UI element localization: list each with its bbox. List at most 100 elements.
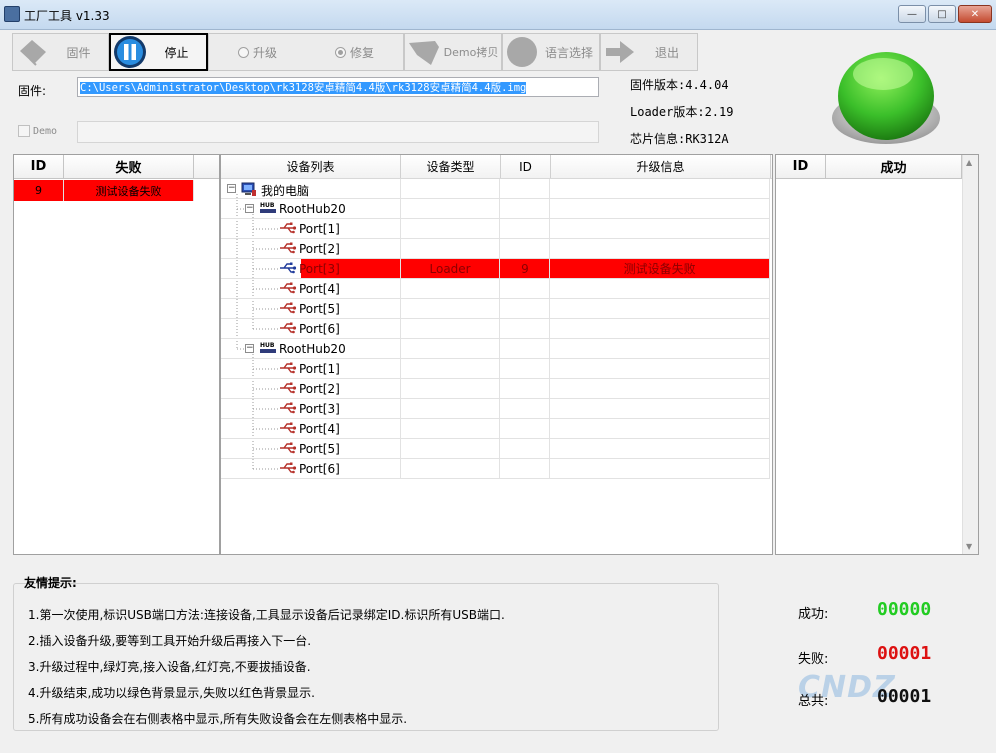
usb-icon — [279, 301, 297, 317]
device-id-cell — [500, 199, 551, 219]
tree-row[interactable]: Port[4] — [221, 279, 770, 299]
device-type-cell — [400, 459, 501, 479]
tree-row[interactable]: − HUB RootHub20 — [221, 199, 770, 219]
tips-title: 友情提示: — [24, 576, 77, 590]
tree-row[interactable]: Port[6] — [221, 459, 770, 479]
success-scrollbar[interactable]: ▲ ▼ — [962, 155, 978, 554]
globe-icon — [505, 35, 539, 69]
device-type-cell — [400, 339, 501, 359]
tip-item: 1.第一次使用,标识USB端口方法:连接设备,工具显示设备后记录绑定ID.标识所… — [28, 608, 505, 622]
firmware-path-input[interactable]: C:\Users\Administrator\Desktop\rk3128安卓精… — [77, 77, 599, 97]
device-id-cell — [500, 219, 551, 239]
maximize-button[interactable]: □ — [928, 5, 956, 23]
device-type-cell — [400, 219, 501, 239]
svg-text:HUB: HUB — [260, 342, 275, 349]
scroll-up-icon[interactable]: ▲ — [966, 158, 972, 167]
mode-group: 升级 修复 — [208, 33, 404, 71]
demo-copy-button[interactable]: Demo拷贝 — [404, 33, 502, 71]
close-button[interactable]: ✕ — [958, 5, 992, 23]
firmware-path-label: 固件: — [18, 84, 47, 98]
tree-row[interactable]: Port[5] — [221, 439, 770, 459]
demo-path-field — [77, 121, 599, 143]
success-count: 00000 — [877, 599, 932, 620]
tree-row[interactable]: Port[3] Loader 9 测试设备失败 — [221, 259, 770, 279]
fail-row-msg: 测试设备失败 — [64, 180, 194, 201]
firmware-path-text: C:\Users\Administrator\Desktop\rk3128安卓精… — [80, 82, 527, 94]
tree-node-label: Port[3] — [299, 402, 340, 416]
pause-icon — [113, 35, 147, 69]
tree-row[interactable]: Port[4] — [221, 419, 770, 439]
window-title: 工厂工具 v1.33 — [24, 9, 110, 23]
tree-node-label: Port[2] — [299, 242, 340, 256]
device-type-cell — [400, 439, 501, 459]
usb-icon — [279, 321, 297, 337]
demo-checkbox-label: Demo — [33, 125, 58, 137]
demo-checkbox[interactable]: Demo — [18, 125, 57, 137]
tree-row[interactable]: Port[3] — [221, 399, 770, 419]
tree-row[interactable]: Port[2] — [221, 379, 770, 399]
stop-button-label: 停止 — [164, 45, 189, 60]
device-id-cell — [500, 179, 551, 199]
device-info-cell — [550, 399, 770, 419]
device-id-cell — [500, 419, 551, 439]
tree-node-cell: Port[2] — [221, 379, 401, 399]
device-info-cell: 测试设备失败 — [550, 259, 770, 279]
usb-icon — [279, 461, 297, 477]
tree-node-label: 我的电脑 — [261, 184, 310, 198]
table-row[interactable]: 9 测试设备失败 — [14, 180, 219, 201]
tree-row[interactable]: − 我的电脑 — [221, 179, 770, 199]
device-table-header: 设备列表 设备类型 ID 升级信息 — [221, 155, 772, 179]
firmware-version: 固件版本:4.4.04 — [630, 78, 729, 92]
repair-radio[interactable]: 修复 — [334, 44, 374, 61]
tree-row[interactable]: − HUB RootHub20 — [221, 339, 770, 359]
toolbar: 固件 停止 升级 修复 Demo拷贝 语言选择 退出 — [12, 33, 698, 71]
tree-row[interactable]: Port[2] — [221, 239, 770, 259]
tree-node-label: Port[2] — [299, 382, 340, 396]
chip-info: 芯片信息:RK312A — [630, 132, 729, 146]
hub-icon: HUB — [259, 201, 277, 217]
tree-node-label: RootHub20 — [279, 202, 346, 216]
upgrade-radio[interactable]: 升级 — [237, 44, 277, 61]
tip-item: 4.升级结束,成功以绿色背景显示,失败以红色背景显示. — [28, 686, 315, 700]
device-id-cell — [500, 279, 551, 299]
device-type-cell — [400, 419, 501, 439]
device-info-cell — [550, 439, 770, 459]
tree-row[interactable]: Port[1] — [221, 219, 770, 239]
tree-node-cell: Port[1] — [221, 359, 401, 379]
tree-node-cell: Port[3] — [221, 259, 401, 279]
device-id-cell — [500, 459, 551, 479]
exit-button[interactable]: 退出 — [600, 33, 698, 71]
scroll-down-icon[interactable]: ▼ — [966, 542, 972, 551]
fail-id-header: ID — [14, 155, 64, 178]
usb-icon — [279, 281, 297, 297]
tree-node-cell: Port[4] — [221, 279, 401, 299]
tree-node-label: Port[5] — [299, 442, 340, 456]
device-info-cell — [550, 419, 770, 439]
success-table-header: ID 成功 — [776, 155, 962, 179]
minimize-button[interactable]: — — [898, 5, 926, 23]
demo-copy-label: Demo拷贝 — [443, 46, 499, 59]
exit-button-label: 退出 — [654, 45, 679, 60]
device-id-cell — [500, 239, 551, 259]
tree-row[interactable]: Port[5] — [221, 299, 770, 319]
firmware-button[interactable]: 固件 — [12, 33, 109, 71]
arrow-right-icon — [603, 35, 637, 69]
fail-row-id: 9 — [14, 180, 64, 201]
title-bar: 工厂工具 v1.33 — □ ✕ — [0, 0, 996, 30]
tip-item: 3.升级过程中,绿灯亮,接入设备,红灯亮,不要拔插设备. — [28, 660, 311, 674]
device-info-cell — [550, 239, 770, 259]
device-id-cell — [500, 439, 551, 459]
collapse-icon[interactable]: − — [245, 344, 254, 353]
usb-icon — [279, 221, 297, 237]
language-button[interactable]: 语言选择 — [502, 33, 600, 71]
stop-button[interactable]: 停止 — [109, 33, 208, 71]
svg-text:HUB: HUB — [260, 202, 275, 209]
tree-row[interactable]: Port[1] — [221, 359, 770, 379]
device-type-cell — [400, 199, 501, 219]
total-count-label: 总共: — [798, 694, 829, 709]
collapse-icon[interactable]: − — [227, 184, 236, 193]
tree-row[interactable]: Port[6] — [221, 319, 770, 339]
device-id-cell — [500, 299, 551, 319]
collapse-icon[interactable]: − — [245, 204, 254, 213]
tree-node-label: RootHub20 — [279, 342, 346, 356]
